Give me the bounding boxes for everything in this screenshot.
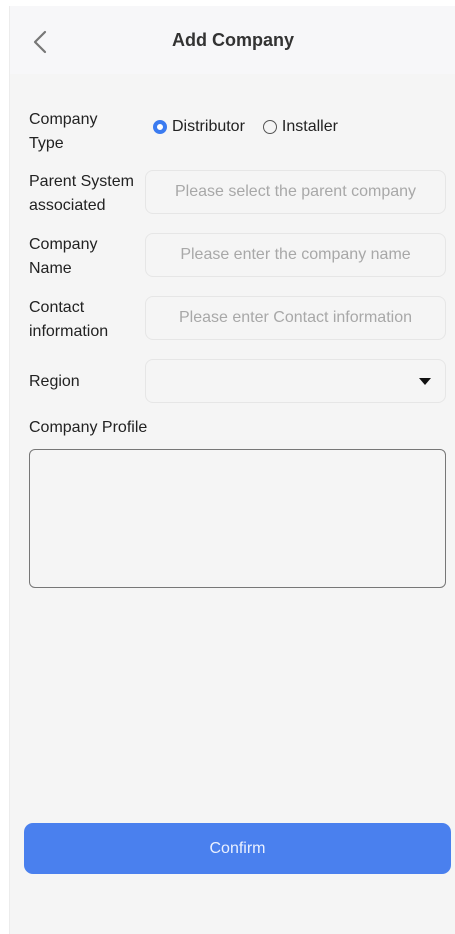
company-type-label: Company Type <box>29 111 98 152</box>
add-company-screen: Add Company Company Type Distributor Ins… <box>9 6 455 934</box>
parent-system-label: Parent System associated <box>29 173 134 214</box>
radio-distributor-label: Distributor <box>172 118 245 135</box>
parent-company-select[interactable] <box>145 170 446 214</box>
radio-selected-icon <box>153 120 167 134</box>
radio-installer-label: Installer <box>281 118 338 135</box>
radio-distributor[interactable]: Distributor <box>153 118 245 136</box>
caret-down-icon <box>419 378 431 385</box>
company-name-input[interactable] <box>145 233 446 277</box>
company-type-radio-group: Distributor Installer <box>153 118 356 136</box>
region-select[interactable] <box>145 359 446 403</box>
contact-label: Contact information <box>29 299 109 340</box>
region-label: Region <box>29 373 80 390</box>
company-profile-textarea[interactable] <box>29 449 446 588</box>
contact-information-input[interactable] <box>145 296 446 340</box>
company-name-label: Company Name <box>29 236 98 277</box>
radio-unselected-icon <box>262 120 277 134</box>
company-profile-label: Company Profile <box>29 419 148 436</box>
page-title: Add Company <box>171 30 294 50</box>
radio-installer[interactable]: Installer <box>262 118 338 136</box>
nav-bar: Add Company <box>10 6 455 74</box>
confirm-button[interactable]: Confirm <box>24 823 451 874</box>
